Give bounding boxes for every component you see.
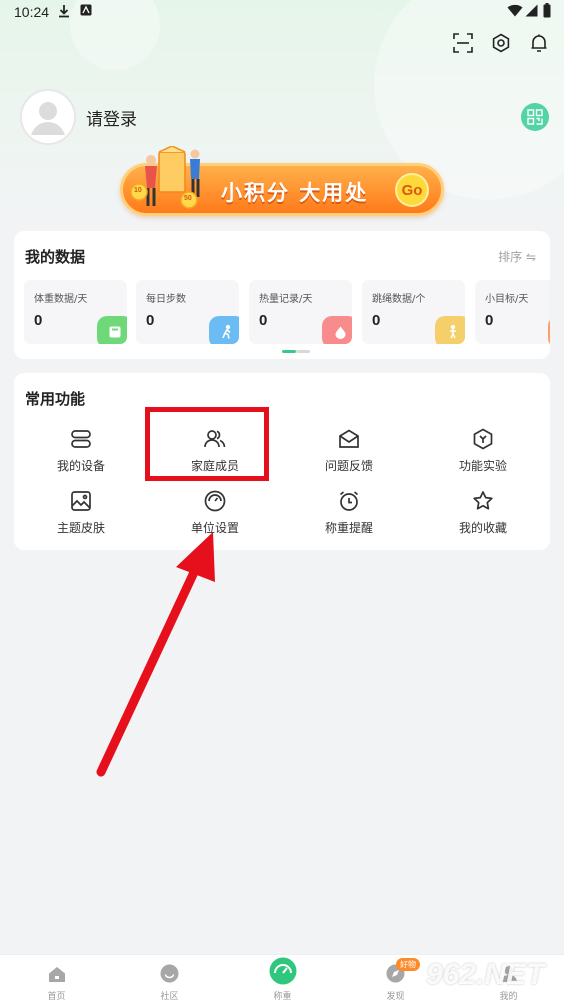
metric-value: 0 [34, 312, 43, 329]
walk-icon [209, 316, 239, 344]
profile-section[interactable]: 请登录 [20, 88, 137, 146]
scale-icon [97, 316, 127, 344]
coin-label: 10 [134, 187, 142, 194]
battery-icon [543, 3, 551, 22]
function-label: 称重提醒 [324, 521, 373, 535]
home-icon [0, 955, 113, 983]
weigh-gauge-icon [226, 955, 339, 985]
function-label: 问题反馈 [324, 459, 373, 473]
site-watermark: 962.NET [426, 958, 545, 991]
function-label: 我的收藏 [458, 521, 507, 535]
status-time: 10:24 [14, 4, 50, 20]
tab-label: 社区 [160, 992, 179, 1002]
tab-home[interactable]: 首页 [0, 955, 113, 1004]
metric-list[interactable]: 体重数据/天 0 每日步数 0 热量记录/天 0 跳绳数据/个 0 小目标/天 … [24, 280, 550, 344]
unit-gauge-icon [148, 489, 282, 513]
download-icon [58, 4, 70, 22]
metric-label: 每日步数 [146, 294, 186, 305]
target-icon [548, 316, 550, 344]
metric-label: 体重数据/天 [34, 294, 88, 305]
theme-image-icon [14, 489, 148, 513]
my-data-card: 我的数据 排序 ⇋ 体重数据/天 0 每日步数 0 热量记录/天 0 跳绳数据/… [14, 231, 550, 359]
function-label: 我的设备 [56, 459, 105, 473]
points-promo-banner[interactable]: 10 50 小积分 大用处 Go [120, 146, 444, 216]
metric-value: 0 [259, 312, 268, 329]
function-feedback[interactable]: 问题反馈 [282, 427, 416, 479]
metric-label: 跳绳数据/个 [372, 294, 426, 305]
tab-label: 首页 [47, 992, 66, 1002]
star-icon [416, 489, 550, 513]
metric-card-steps[interactable]: 每日步数 0 [136, 280, 239, 344]
hexagon-settings-icon[interactable] [490, 32, 512, 54]
metric-value: 0 [485, 312, 494, 329]
banner-go-button[interactable]: Go [395, 173, 429, 207]
common-functions-title: 常用功能 [25, 390, 86, 408]
bell-icon[interactable] [528, 32, 550, 54]
flame-icon [322, 316, 352, 344]
status-bar: 10:24 [0, 0, 564, 24]
metric-label: 小目标/天 [485, 294, 529, 305]
my-data-title: 我的数据 [25, 248, 86, 266]
function-weigh-reminder[interactable]: 称重提醒 [282, 489, 416, 541]
metric-card-jump-rope[interactable]: 跳绳数据/个 0 [362, 280, 465, 344]
highlight-annotation-box [145, 407, 269, 481]
function-label: 单位设置 [190, 521, 239, 535]
app-notification-icon [80, 4, 92, 20]
signal-icon [525, 4, 538, 21]
function-label: 主题皮肤 [56, 521, 105, 535]
header-actions [452, 32, 550, 54]
carousel-indicator [282, 350, 310, 353]
metric-card-weight[interactable]: 体重数据/天 0 [24, 280, 127, 344]
wifi-icon [507, 4, 523, 21]
function-my-devices[interactable]: 我的设备 [14, 427, 148, 479]
hot-goods-badge: 好物 [396, 958, 420, 971]
community-icon [113, 955, 226, 983]
device-icon [14, 427, 148, 451]
common-functions-card: 常用功能 我的设备 家庭成员 问题反馈 功能实验 主题皮肤 单位设置 称重提醒 … [14, 373, 550, 550]
jump-rope-icon [435, 316, 465, 344]
indicator-inactive [296, 350, 310, 353]
function-label: 功能实验 [458, 459, 507, 473]
feedback-mail-icon [282, 427, 416, 451]
user-avatar-icon[interactable] [20, 89, 76, 145]
metric-value: 0 [372, 312, 381, 329]
function-unit-settings[interactable]: 单位设置 [148, 489, 282, 541]
function-lab[interactable]: 功能实验 [416, 427, 550, 479]
metric-value: 0 [146, 312, 155, 329]
tab-label: 称重 [273, 992, 292, 1002]
sort-button[interactable]: 排序 ⇋ [498, 248, 536, 265]
metric-card-goal[interactable]: 小目标/天 0 [475, 280, 550, 344]
function-favorites[interactable]: 我的收藏 [416, 489, 550, 541]
metric-label: 热量记录/天 [259, 294, 313, 305]
banner-text: 小积分 大用处 [221, 181, 369, 205]
cube-experiment-icon [416, 427, 550, 451]
login-prompt[interactable]: 请登录 [86, 105, 137, 130]
tab-community[interactable]: 社区 [113, 955, 226, 1004]
indicator-active [282, 350, 296, 353]
metric-card-calories[interactable]: 热量记录/天 0 [249, 280, 352, 344]
scan-icon[interactable] [452, 32, 474, 54]
function-theme-skin[interactable]: 主题皮肤 [14, 489, 148, 541]
tab-weigh[interactable]: 称重 [226, 955, 339, 1004]
alarm-clock-icon [282, 489, 416, 513]
qr-code-icon[interactable] [521, 103, 549, 131]
promo-illustration [130, 146, 200, 209]
coin-label: 50 [184, 195, 192, 202]
